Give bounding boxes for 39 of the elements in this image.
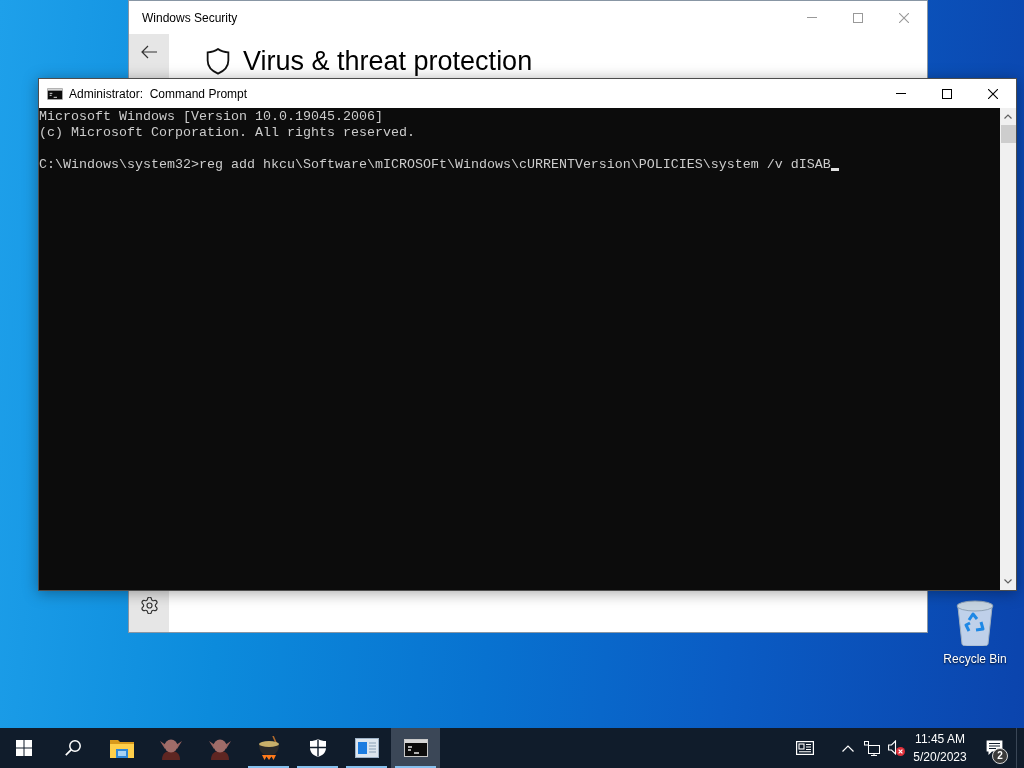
console-icon (403, 739, 428, 757)
folder-icon (109, 738, 134, 758)
clock-date[interactable]: 5/20/2023 (913, 748, 967, 766)
caret-down-icon (1004, 579, 1012, 584)
windows-logo-icon (16, 740, 32, 756)
clock-time[interactable]: 11:45 AM (915, 730, 965, 748)
command-line-text: C:\Windows\system32>reg add hkcu\Software\mICROSOFt\Windows\cURRENTVersion\POLICIES\system /v dISAB (39, 157, 831, 173)
trash-bin-icon (955, 600, 995, 646)
caret-up-icon (1004, 114, 1012, 119)
console-output-line: Microsoft Windows [Version 10.0.19045.2006] (39, 109, 384, 125)
page-heading: Virus & threat protection (243, 46, 533, 76)
close-icon (988, 88, 998, 99)
scrollbar-track[interactable] (1000, 108, 1016, 590)
cauldron-icon (256, 736, 281, 760)
search-icon (64, 740, 81, 756)
maximize-icon (853, 12, 863, 23)
close-icon (899, 12, 909, 23)
shield-icon (309, 739, 326, 757)
console-icon (47, 87, 63, 100)
network-icon (864, 740, 880, 756)
app-window-icon (354, 738, 379, 758)
notification-count-badge: 2 (992, 748, 1008, 764)
minimize-icon (807, 17, 817, 18)
console-area[interactable]: Microsoft Windows [Version 10.0.19045.2006] (c) Microsoft Corporation. All rights reserved. C:\Windows\system32>reg add hkcu\Software\mICROSOFt\Windows\cURRENTVersion\POLICIES\system /v dISAB (39, 108, 1000, 590)
window-title: Windows Security (141, 10, 239, 25)
desktop-icon-label[interactable]: Recycle Bin (943, 652, 1007, 666)
window-title: Administrator: Command Prompt (69, 86, 248, 101)
settings-icon (140, 596, 158, 614)
taskbar-app-button[interactable] (391, 728, 440, 768)
minimize-icon (896, 93, 906, 94)
cursor-icon (830, 168, 839, 171)
back-arrow-icon (141, 45, 157, 59)
scrollbar-thumb[interactable] (1000, 125, 1016, 143)
shield-icon (206, 47, 230, 75)
console-output-line: (c) Microsoft Corporation. All rights reserved. (39, 125, 416, 141)
news-icon (796, 741, 814, 755)
maximize-icon (942, 88, 952, 99)
notifications-button[interactable]: 2 (972, 728, 1016, 768)
chevron-up-icon (842, 744, 854, 752)
